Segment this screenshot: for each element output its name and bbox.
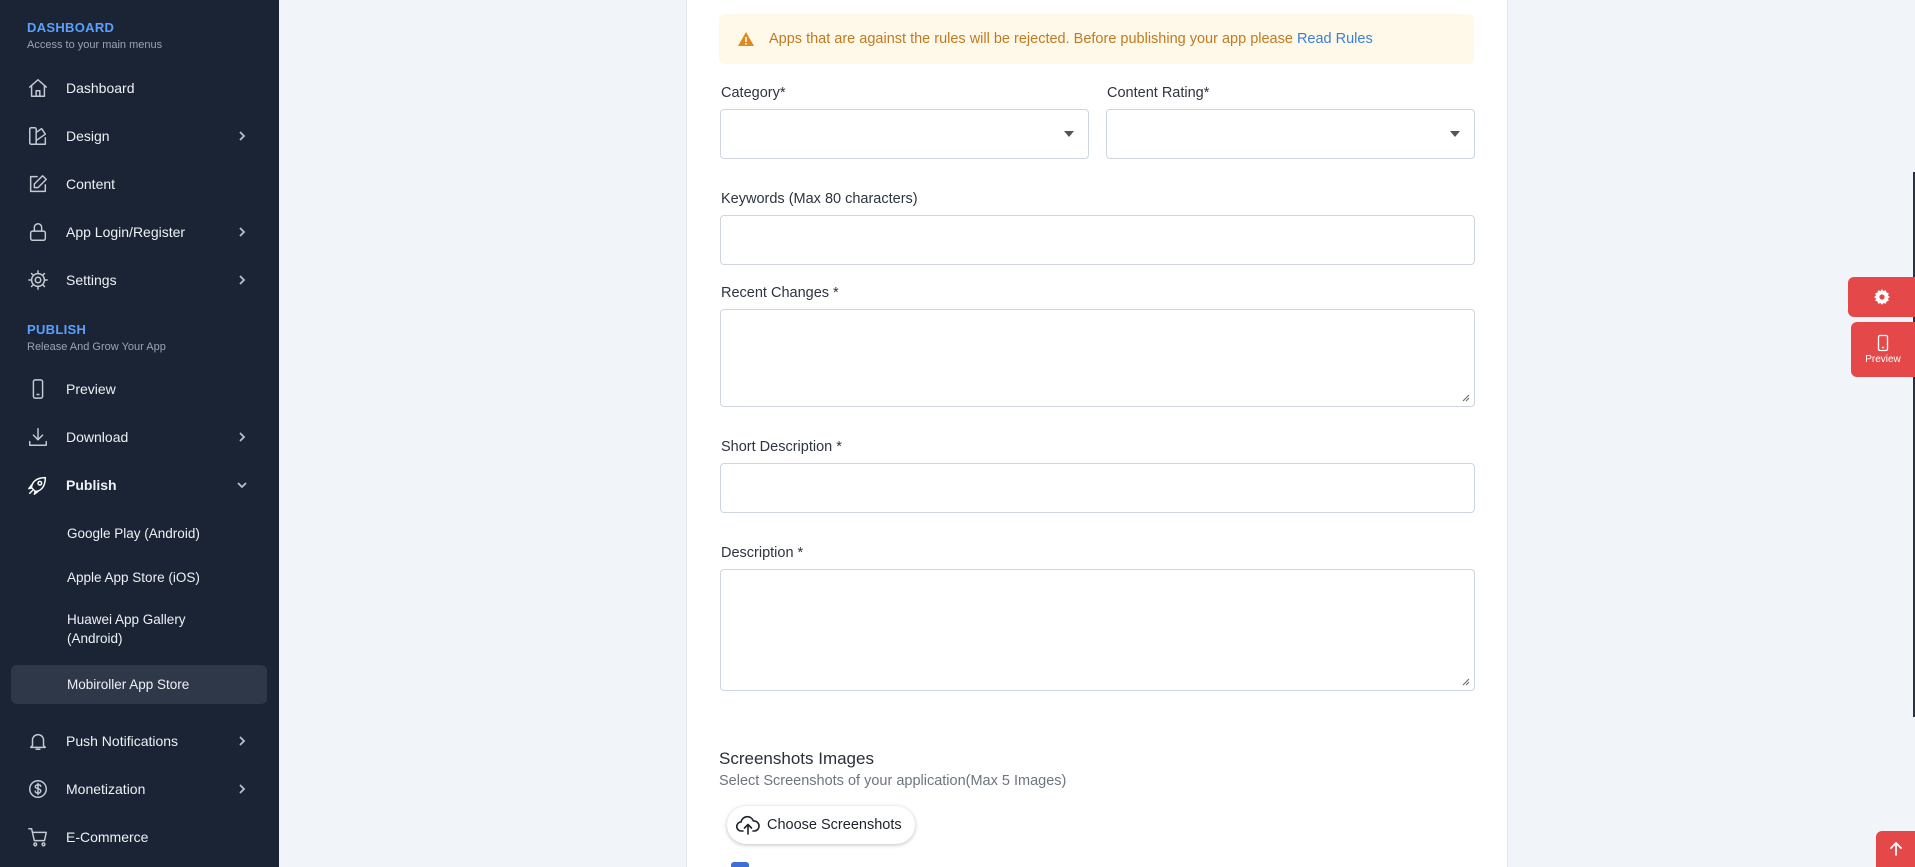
section-title: DASHBOARD	[27, 20, 115, 35]
chevron-right-icon	[235, 273, 249, 287]
gear-icon	[26, 268, 50, 292]
sidebar-subitem-mobiroller[interactable]: Mobiroller App Store	[11, 665, 267, 704]
description-label: Description *	[721, 545, 804, 561]
sidebar: DASHBOARD Access to your main menus Dash…	[0, 0, 279, 867]
sidebar-item-push-notifications[interactable]: Push Notifications	[11, 721, 267, 761]
description-textarea[interactable]	[720, 569, 1475, 691]
sidebar-subitem-google-play[interactable]: Google Play (Android)	[11, 522, 267, 545]
rocket-icon	[26, 473, 50, 497]
sidebar-item-app-login[interactable]: App Login/Register	[11, 212, 267, 252]
section-subtitle: Release And Grow Your App	[27, 341, 166, 353]
sidebar-item-dashboard[interactable]: Dashboard	[11, 68, 267, 108]
sidebar-subitem-label: (Android)	[67, 631, 123, 646]
alert-text: Apps that are against the rules will be …	[769, 31, 1373, 47]
sidebar-item-label: Download	[66, 429, 129, 445]
phone-icon	[26, 377, 50, 401]
arrow-up-icon	[1889, 842, 1902, 856]
sidebar-item-label: Preview	[66, 381, 116, 397]
edit-icon	[26, 172, 50, 196]
publish-form-card: Apps that are against the rules will be …	[686, 0, 1508, 867]
sidebar-item-label: App Login/Register	[66, 224, 186, 240]
resize-handle-icon[interactable]	[1460, 392, 1470, 402]
publish-section-header: PUBLISH Release And Grow Your App	[27, 322, 166, 353]
sidebar-subitem-label: Huawei App Gallery	[67, 612, 186, 627]
bell-icon	[26, 729, 50, 753]
sidebar-item-label: Design	[66, 128, 110, 144]
category-label: Category*	[721, 85, 786, 101]
rules-alert: Apps that are against the rules will be …	[719, 14, 1474, 64]
sidebar-item-label: E-Commerce	[66, 829, 149, 845]
gear-icon	[1873, 289, 1890, 305]
cloud-upload-icon	[735, 815, 760, 835]
cart-icon	[26, 825, 50, 849]
sidebar-item-download[interactable]: Download	[11, 417, 267, 457]
caret-down-icon	[1450, 131, 1460, 137]
dollar-icon	[26, 777, 50, 801]
short-description-label: Short Description *	[721, 439, 842, 455]
sidebar-subitem-apple-app-store[interactable]: Apple App Store (iOS)	[11, 566, 267, 589]
sidebar-item-ecommerce[interactable]: E-Commerce	[11, 817, 267, 857]
chevron-right-icon	[235, 734, 249, 748]
sidebar-item-label: Dashboard	[66, 80, 135, 96]
sidebar-item-label: Content	[66, 176, 116, 192]
choose-screenshots-label: Choose Screenshots	[767, 817, 902, 833]
sidebar-item-label: Monetization	[66, 781, 146, 797]
recent-changes-label: Recent Changes *	[721, 285, 839, 301]
sidebar-item-monetization[interactable]: Monetization	[11, 769, 267, 809]
sidebar-item-content[interactable]: Content	[11, 164, 267, 204]
scroll-to-top-button[interactable]	[1876, 831, 1915, 867]
content-rating-label: Content Rating*	[1107, 85, 1210, 101]
floating-preview-button[interactable]: Preview	[1851, 322, 1915, 377]
keywords-label: Keywords (Max 80 characters)	[721, 191, 918, 207]
alert-message: Apps that are against the rules will be …	[769, 31, 1293, 47]
dashboard-section-header: DASHBOARD Access to your main menus	[27, 20, 162, 51]
home-icon	[26, 76, 50, 100]
resize-handle-icon[interactable]	[1460, 676, 1470, 686]
floating-preview-label: Preview	[1865, 354, 1901, 365]
recent-changes-textarea[interactable]	[720, 309, 1475, 407]
warning-icon	[738, 32, 754, 46]
download-icon	[26, 425, 50, 449]
sidebar-item-design[interactable]: Design	[11, 116, 267, 156]
category-select[interactable]	[720, 109, 1089, 159]
sidebar-item-preview[interactable]: Preview	[11, 369, 267, 409]
chevron-right-icon	[235, 430, 249, 444]
sidebar-subitem-huawei[interactable]: Huawei App Gallery (Android)	[11, 610, 267, 652]
chevron-down-icon	[235, 478, 249, 492]
agree-checkbox[interactable]	[731, 862, 749, 867]
sidebar-item-publish[interactable]: Publish	[11, 465, 267, 505]
caret-down-icon	[1064, 131, 1074, 137]
short-description-input[interactable]	[720, 463, 1475, 513]
section-subtitle: Access to your main menus	[27, 39, 163, 51]
chevron-right-icon	[235, 129, 249, 143]
read-rules-link[interactable]: Read Rules	[1297, 31, 1373, 47]
sidebar-item-label: Push Notifications	[66, 733, 179, 749]
chevron-right-icon	[235, 225, 249, 239]
sidebar-item-settings[interactable]: Settings	[11, 260, 267, 300]
screenshots-title: Screenshots Images	[719, 749, 874, 768]
section-title: PUBLISH	[27, 322, 87, 337]
lock-icon	[26, 220, 50, 244]
choose-screenshots-button[interactable]: Choose Screenshots	[727, 806, 915, 844]
screenshots-subtitle: Select Screenshots of your application(M…	[719, 773, 1067, 789]
sidebar-subitem-label: Google Play (Android)	[67, 526, 200, 541]
palette-icon	[26, 124, 50, 148]
sidebar-item-label: Settings	[66, 272, 117, 288]
phone-icon	[1877, 334, 1889, 352]
sidebar-item-label: Publish	[66, 477, 117, 493]
sidebar-subitem-label: Mobiroller App Store	[67, 677, 190, 692]
keywords-input[interactable]	[720, 215, 1475, 265]
sidebar-subitem-label: Apple App Store (iOS)	[67, 570, 200, 585]
content-rating-select[interactable]	[1106, 109, 1475, 159]
floating-settings-button[interactable]	[1848, 277, 1915, 317]
chevron-right-icon	[235, 782, 249, 796]
